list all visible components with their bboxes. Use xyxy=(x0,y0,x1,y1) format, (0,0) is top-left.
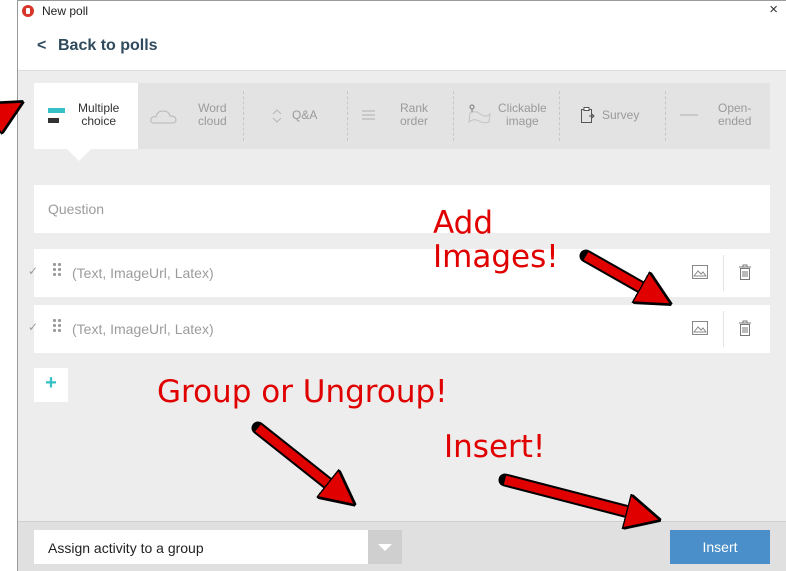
window-title: New poll xyxy=(42,4,89,18)
add-image-icon[interactable] xyxy=(692,265,708,279)
poll-type-word-cloud[interactable]: Word cloud xyxy=(138,83,244,149)
assign-group-label: Assign activity to a group xyxy=(48,540,204,556)
annotation-add-images-line1: Add xyxy=(433,205,494,241)
app-logo-icon xyxy=(22,5,34,17)
clipboard-icon xyxy=(581,107,595,123)
poll-type-label: Multiple choice xyxy=(78,101,120,128)
correct-check-icon[interactable]: ✓ xyxy=(28,264,38,278)
correct-check-icon[interactable]: ✓ xyxy=(28,320,38,334)
question-input[interactable]: Question xyxy=(34,185,770,233)
active-type-pointer xyxy=(67,149,91,161)
up-down-icon xyxy=(272,109,282,123)
title-bar: New poll × xyxy=(18,1,786,21)
new-poll-window: New poll × < Back to polls Multiple choi… xyxy=(17,0,786,571)
option-placeholder: (Text, ImageUrl, Latex) xyxy=(72,265,214,281)
poll-type-qa[interactable]: Q&A xyxy=(244,83,348,149)
drag-handle-icon[interactable] xyxy=(53,319,63,333)
delete-trash-icon[interactable] xyxy=(738,263,752,281)
dash-icon xyxy=(680,114,698,116)
option-placeholder: (Text, ImageUrl, Latex) xyxy=(72,321,214,337)
chevron-left-icon[interactable]: < xyxy=(37,37,46,55)
poll-type-selector: Multiple choice Word cloud Q&A Rank orde… xyxy=(34,83,770,149)
poll-type-clickable-image[interactable]: Clickable image xyxy=(454,83,560,149)
multiple-choice-icon xyxy=(48,108,65,123)
back-to-polls-link[interactable]: Back to polls xyxy=(58,37,158,55)
add-option-button[interactable]: + xyxy=(34,368,68,402)
dropdown-arrow-icon[interactable] xyxy=(368,530,402,564)
option-row[interactable]: ✓ (Text, ImageUrl, Latex) xyxy=(28,249,770,297)
poll-type-label: Survey xyxy=(602,108,640,122)
poll-type-label: Q&A xyxy=(292,108,318,122)
poll-type-multiple-choice[interactable]: Multiple choice xyxy=(34,83,138,149)
footer-bar: Assign activity to a group Insert xyxy=(18,521,786,571)
rank-list-icon xyxy=(362,110,375,120)
option-row[interactable]: ✓ (Text, ImageUrl, Latex) xyxy=(28,305,770,353)
poll-type-label: Open- ended xyxy=(718,101,752,128)
poll-type-open-ended[interactable]: Open- ended xyxy=(666,83,770,149)
annotation-add-images-line2: Images! xyxy=(433,239,559,275)
map-pin-icon xyxy=(468,104,491,124)
delete-trash-icon[interactable] xyxy=(738,319,752,337)
drag-handle-icon[interactable] xyxy=(53,263,63,277)
assign-group-select[interactable]: Assign activity to a group xyxy=(34,530,402,564)
insert-button[interactable]: Insert xyxy=(670,530,770,564)
cloud-icon xyxy=(150,110,177,124)
poll-type-survey[interactable]: Survey xyxy=(560,83,666,149)
annotation-insert: Insert! xyxy=(444,429,546,465)
annotation-group: Group or Ungroup! xyxy=(157,374,448,410)
nav-bar: < Back to polls xyxy=(18,21,786,71)
poll-type-label: Word cloud xyxy=(198,101,227,128)
arrow-to-multiple-choice xyxy=(0,108,12,117)
add-image-icon[interactable] xyxy=(692,321,708,335)
poll-type-label: Clickable image xyxy=(498,101,547,128)
poll-type-label: Rank order xyxy=(400,101,429,128)
annotation-add-images: Add Images! xyxy=(433,206,559,274)
close-icon[interactable]: × xyxy=(769,1,778,18)
plus-icon: + xyxy=(45,372,57,394)
poll-type-rank-order[interactable]: Rank order xyxy=(348,83,454,149)
question-placeholder: Question xyxy=(48,201,105,217)
